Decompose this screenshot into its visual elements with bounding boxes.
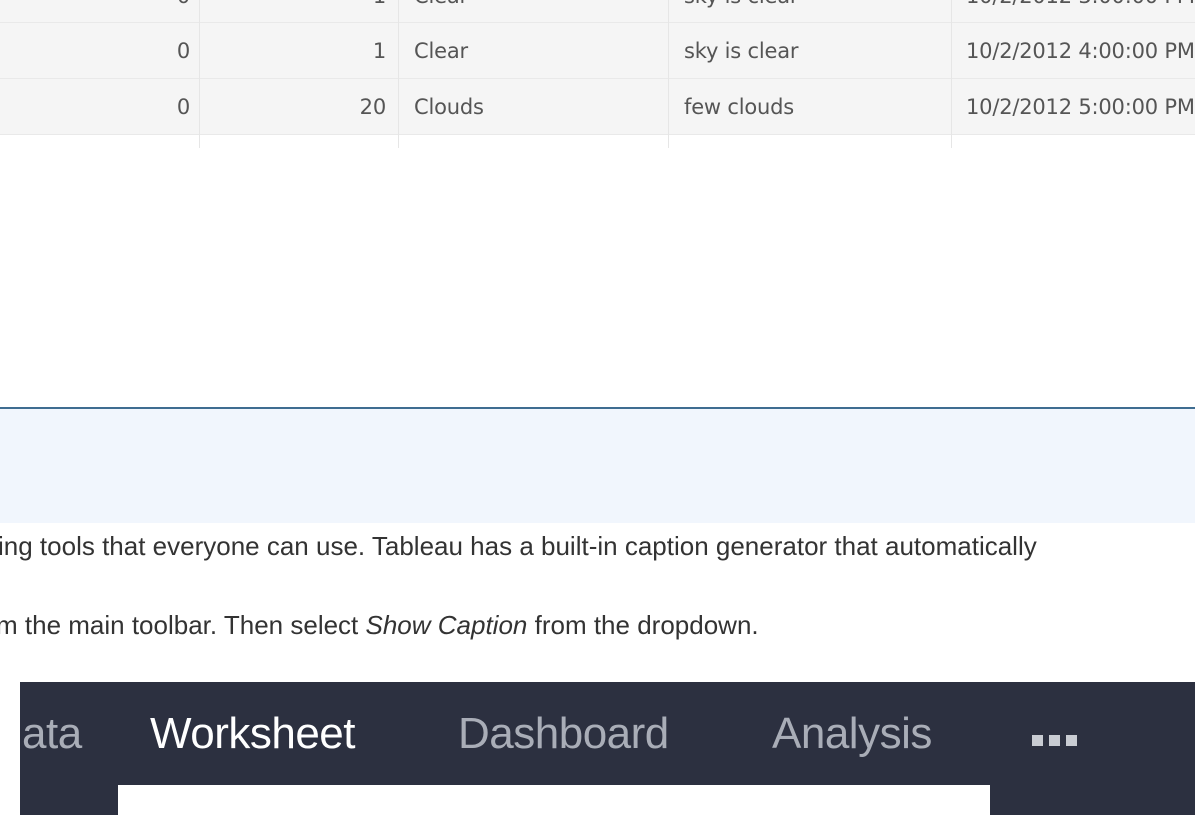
column-divider xyxy=(668,0,669,148)
note-callout xyxy=(0,407,1195,523)
more-horizontal-icon[interactable] xyxy=(1032,735,1077,746)
menu-item-worksheet[interactable]: Worksheet xyxy=(150,709,356,759)
show-caption-emphasis: Show Caption xyxy=(365,610,528,640)
table-cell: sky is clear xyxy=(684,38,799,63)
menu-item-analysis[interactable]: Analysis xyxy=(772,709,932,759)
table-cell: 1 xyxy=(372,38,386,63)
table-cell: Clear xyxy=(414,0,664,22)
table-cell: 0 xyxy=(176,94,190,119)
column-divider xyxy=(199,0,200,148)
table-cell: 10/2/2012 4:00:00 PM xyxy=(966,38,1195,63)
data-table: 0 1 Clear sky is clear 10/2/2012 3:00:00… xyxy=(0,0,1195,150)
dot xyxy=(1049,735,1060,746)
table-cell xyxy=(0,0,8,22)
table-cell: Clear xyxy=(414,38,468,63)
table-cell: sky is clear xyxy=(684,0,944,22)
table-cell: few clouds xyxy=(684,94,794,119)
body-paragraph: m the main toolbar. Then select Show Cap… xyxy=(0,610,1195,641)
paragraph-text: from the dropdown. xyxy=(527,610,759,640)
table-cell: 1 xyxy=(200,0,386,22)
column-divider xyxy=(398,0,399,148)
table-cell: 10/2/2012 3:00:00 PM xyxy=(966,0,1195,22)
table-row: 0 20 Clouds few clouds 10/2/2012 5:00:00… xyxy=(0,79,1195,135)
table-cell: 20 xyxy=(359,94,386,119)
table-row: 0 1 Clear sky is clear 10/2/2012 4:00:00… xyxy=(0,23,1195,79)
dot xyxy=(1066,735,1077,746)
table-cell: Clouds xyxy=(414,94,484,119)
tableau-menu-bar-screenshot: ata Worksheet Dashboard Analysis xyxy=(20,682,1195,815)
paragraph-text: m the main toolbar. Then select xyxy=(0,610,366,640)
table-cell xyxy=(0,23,8,78)
body-paragraph: ing tools that everyone can use. Tableau… xyxy=(0,531,1037,561)
table-row: 0 1 Clear sky is clear 10/2/2012 3:00:00… xyxy=(0,0,1195,23)
menu-item-dashboard[interactable]: Dashboard xyxy=(458,709,669,759)
table-cell xyxy=(0,79,8,134)
dot xyxy=(1032,735,1043,746)
menu-item-data[interactable]: ata xyxy=(22,709,82,759)
table-cell: 0 xyxy=(176,38,190,63)
dropdown-menu-panel xyxy=(118,785,990,815)
column-divider xyxy=(951,0,952,148)
table-cell: 0 xyxy=(10,0,190,22)
table-cell: 10/2/2012 5:00:00 PM xyxy=(966,94,1195,119)
